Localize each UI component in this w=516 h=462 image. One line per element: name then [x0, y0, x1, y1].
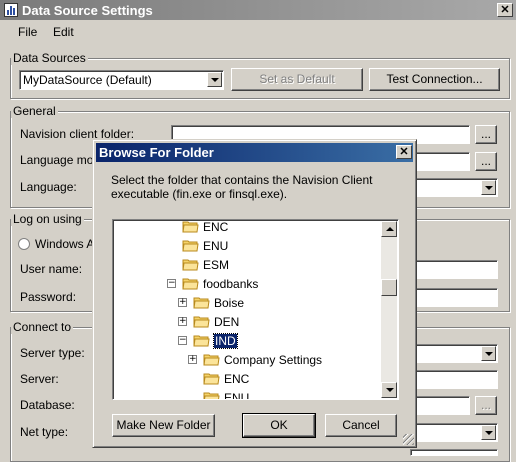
window-title-bar: Data Source Settings ✕	[0, 0, 516, 20]
set-as-default-label: Set as Default	[259, 72, 335, 86]
tree-node[interactable]: ENC	[113, 370, 378, 388]
folder-icon	[203, 373, 220, 385]
tree-node-label: Boise	[214, 296, 245, 310]
server-label: Server:	[20, 372, 59, 386]
expand-toggle-icon[interactable]: +	[178, 298, 187, 307]
dialog-instruction: Select the folder that contains the Navi…	[111, 173, 373, 201]
tree-node[interactable]: + DEN	[113, 313, 378, 331]
chevron-down-icon[interactable]	[207, 72, 222, 87]
folder-icon	[182, 240, 199, 252]
password-label: Password:	[20, 290, 77, 304]
set-as-default-button[interactable]: Set as Default	[231, 68, 363, 91]
language-module-browse-button[interactable]: ...	[475, 152, 497, 171]
username-label: User name:	[20, 262, 83, 276]
make-new-folder-button[interactable]: Make New Folder	[112, 414, 215, 437]
expand-toggle-icon[interactable]: +	[188, 355, 197, 364]
folder-icon	[203, 392, 220, 399]
connect-group-label: Connect to	[11, 320, 74, 334]
language-module-field[interactable]	[410, 152, 470, 171]
client-folder-browse-button[interactable]: ...	[475, 125, 497, 144]
make-new-folder-label: Make New Folder	[116, 418, 211, 432]
tree-vertical-scrollbar[interactable]	[381, 221, 397, 398]
password-field[interactable]	[410, 288, 498, 307]
chevron-down-icon[interactable]	[481, 346, 496, 361]
dialog-title-bar: Browse For Folder ✕	[96, 143, 413, 162]
dialog-close-button[interactable]: ✕	[396, 145, 412, 159]
window-title: Data Source Settings	[22, 3, 153, 18]
collapse-toggle-icon[interactable]: −	[167, 279, 176, 288]
tree-node-label: ENU	[203, 239, 229, 253]
ok-button[interactable]: OK	[242, 413, 316, 438]
scroll-down-arrow-icon[interactable]	[381, 382, 397, 398]
tree-node-label: ENC	[224, 372, 250, 386]
folder-icon	[182, 259, 199, 271]
tree-node-label: ENU	[224, 391, 250, 400]
dialog-title: Browse For Folder	[99, 145, 214, 160]
language-label: Language:	[20, 180, 77, 194]
cancel-label: Cancel	[342, 418, 380, 432]
net-type-label: Net type:	[20, 425, 69, 439]
test-connection-button[interactable]: Test Connection...	[369, 68, 500, 91]
browse-folder-dialog: Browse For Folder ✕ Select the folder th…	[92, 139, 417, 448]
chevron-down-icon[interactable]	[481, 425, 496, 440]
folder-icon	[203, 354, 220, 366]
language-module-label: Language mod	[20, 153, 101, 167]
general-group-label: General	[11, 104, 58, 118]
menu-edit[interactable]: Edit	[53, 25, 74, 39]
folder-icon	[193, 297, 210, 309]
tree-node-label: IND	[213, 333, 238, 349]
windows-auth-radio[interactable]	[18, 238, 30, 250]
chart-app-icon	[4, 3, 18, 17]
scroll-up-arrow-icon[interactable]	[381, 221, 397, 237]
username-field[interactable]	[410, 260, 498, 279]
browse-label: ...	[480, 154, 491, 168]
language-select[interactable]	[410, 178, 498, 197]
tree-node-label: ENC	[203, 220, 229, 234]
server-type-label: Server type:	[20, 346, 85, 360]
collapse-toggle-icon[interactable]: −	[178, 336, 187, 345]
browse-label: ...	[480, 398, 491, 412]
resize-grip-icon[interactable]	[403, 434, 414, 445]
scroll-thumb[interactable]	[381, 279, 397, 296]
database-field[interactable]	[410, 396, 470, 415]
folder-tree[interactable]: ENC ENU ESM − foodbanks + Boise + DEN − IND + Compan…	[112, 219, 399, 400]
tree-node[interactable]: − foodbanks	[113, 275, 378, 293]
extra-field[interactable]	[410, 449, 498, 456]
ok-label: OK	[270, 418, 288, 432]
tree-node[interactable]: ENU	[113, 237, 378, 255]
data-source-selected-value: MyDataSource (Default)	[23, 73, 152, 87]
window-close-button[interactable]: ✕	[497, 3, 513, 17]
server-type-select[interactable]	[410, 344, 498, 363]
test-connection-label: Test Connection...	[386, 72, 483, 86]
tree-node[interactable]: + Boise	[113, 294, 378, 312]
tree-node-label: Company Settings	[224, 353, 323, 367]
tree-node[interactable]: ENC	[113, 220, 378, 236]
tree-node-label: foodbanks	[203, 277, 259, 291]
menu-file[interactable]: File	[18, 25, 37, 39]
tree-node[interactable]: ESM	[113, 256, 378, 274]
expand-toggle-icon[interactable]: +	[178, 317, 187, 326]
folder-icon	[193, 335, 210, 347]
data-source-select[interactable]: MyDataSource (Default)	[19, 70, 224, 90]
menu-bar: File Edit	[0, 20, 516, 42]
chevron-down-icon[interactable]	[481, 180, 496, 195]
data-sources-group-label: Data Sources	[11, 51, 88, 65]
folder-icon	[182, 221, 199, 233]
net-type-select[interactable]	[410, 423, 498, 442]
tree-node[interactable]: + Company Settings	[113, 351, 378, 369]
tree-node[interactable]: − IND	[113, 332, 378, 350]
server-field[interactable]	[410, 370, 498, 389]
folder-icon	[193, 316, 210, 328]
tree-node-label: ESM	[203, 258, 230, 272]
database-label: Database:	[20, 398, 75, 412]
browse-label: ...	[480, 127, 491, 141]
cancel-button[interactable]: Cancel	[325, 414, 397, 437]
folder-icon	[182, 278, 199, 290]
logon-group-label: Log on using	[11, 212, 84, 226]
tree-node[interactable]: ENU	[113, 389, 378, 400]
tree-node-label: DEN	[214, 315, 240, 329]
database-browse-button[interactable]: ...	[475, 396, 497, 415]
